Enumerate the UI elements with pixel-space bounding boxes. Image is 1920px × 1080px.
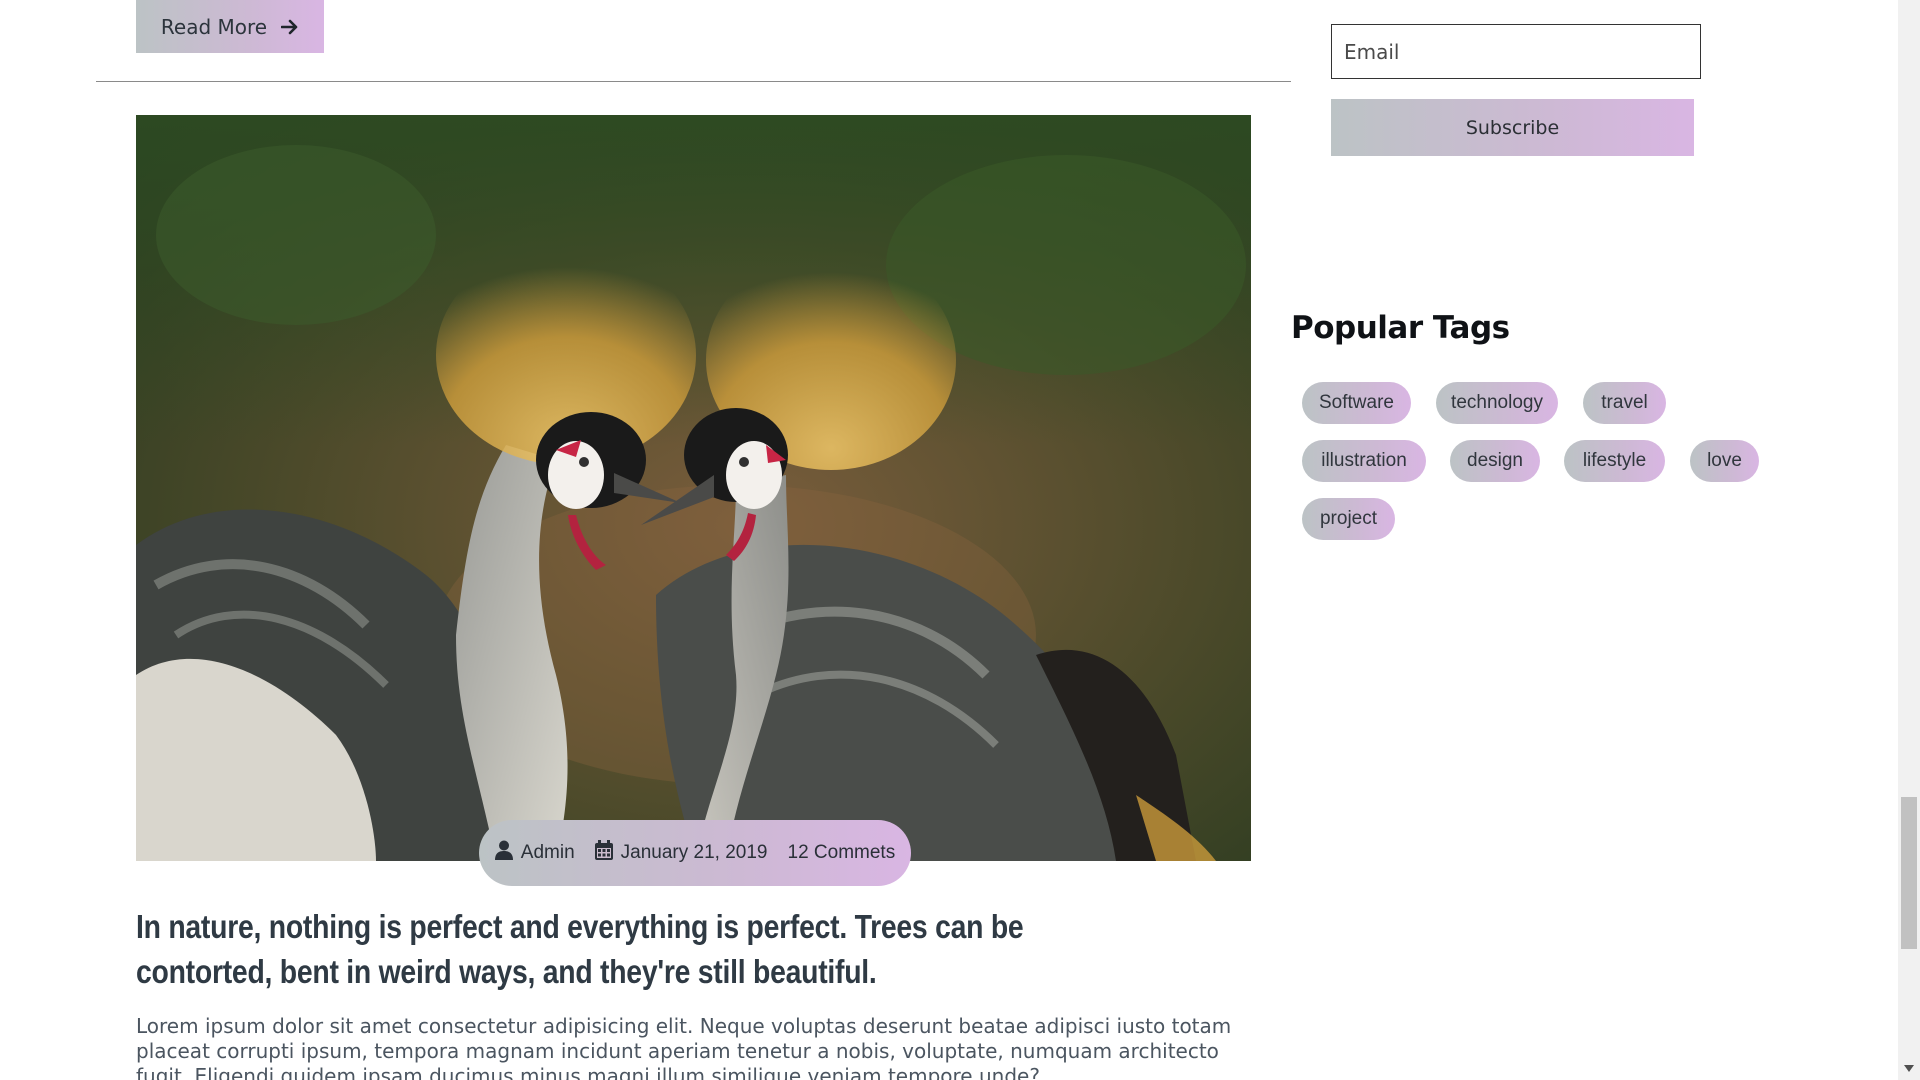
tag-lifestyle[interactable]: lifestyle [1564, 440, 1665, 482]
calendar-icon [594, 840, 613, 866]
post-comments-link[interactable]: 12 Commets [788, 842, 896, 864]
tag-travel[interactable]: travel [1583, 382, 1666, 424]
post-divider [96, 81, 1291, 82]
tag-technology[interactable]: technology [1436, 382, 1558, 424]
tag-design[interactable]: design [1450, 440, 1540, 482]
read-more-label: Read More [160, 14, 268, 39]
user-icon [494, 840, 513, 866]
post-date: January 21, 2019 [594, 840, 768, 866]
scrollbar-thumb[interactable] [1901, 797, 1917, 949]
popular-tags-heading: Popular Tags [1291, 310, 1510, 346]
post-date-text: January 21, 2019 [620, 842, 768, 863]
tag-project[interactable]: project [1302, 498, 1395, 540]
tag-illustration[interactable]: illustration [1302, 440, 1426, 482]
post-meta-bar: Admin January 21, 2019 12 Commets [479, 820, 911, 886]
tag-love[interactable]: love [1690, 440, 1759, 482]
read-more-button[interactable]: Read More [136, 0, 324, 53]
scroll-down-arrow-icon[interactable] [1898, 1058, 1920, 1080]
email-field[interactable] [1331, 24, 1701, 79]
crowned-cranes-photo [136, 115, 1251, 861]
post-comments-text: 12 Commets [787, 842, 896, 863]
subscribe-button[interactable]: Subscribe [1331, 99, 1694, 156]
post-excerpt: Lorem ipsum dolor sit amet consectetur a… [136, 1014, 1232, 1080]
tag-software[interactable]: Software [1302, 382, 1411, 424]
post-title[interactable]: In nature, nothing is perfect and everyt… [136, 904, 1099, 994]
post-author-name: Admin [520, 842, 575, 863]
post-author[interactable]: Admin [494, 840, 575, 866]
post-image[interactable] [136, 115, 1251, 861]
arrow-right-icon [281, 18, 299, 36]
